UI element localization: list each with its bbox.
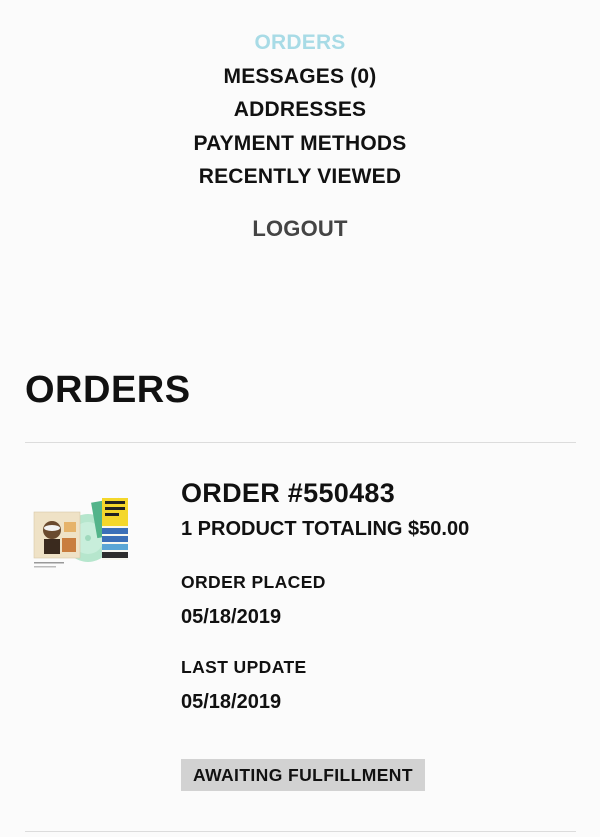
order-number[interactable]: ORDER #550483 (181, 478, 395, 509)
account-nav: ORDERS MESSAGES (0) ADDRESSES PAYMENT ME… (0, 26, 600, 245)
nav-item-addresses[interactable]: ADDRESSES (0, 93, 600, 127)
order-summary: 1 PRODUCT TOTALING $50.00 (181, 518, 470, 540)
last-update-label: LAST UPDATE (181, 657, 307, 677)
divider (25, 831, 576, 832)
divider (25, 442, 576, 443)
status-badge: AWAITING FULFILLMENT (181, 759, 425, 791)
nav-item-recently-viewed[interactable]: RECENTLY VIEWED (0, 160, 600, 194)
order-placed-date: 05/18/2019 (181, 606, 282, 628)
nav-item-payment-methods[interactable]: PAYMENT METHODS (0, 127, 600, 161)
order-placed-label: ORDER PLACED (181, 572, 326, 592)
page-title: ORDERS (25, 369, 191, 411)
product-thumbnail-image[interactable] (30, 488, 134, 574)
nav-item-messages[interactable]: MESSAGES (0) (0, 60, 600, 94)
last-update-date: 05/18/2019 (181, 691, 282, 713)
logout-link[interactable]: LOGOUT (0, 212, 600, 246)
nav-item-orders[interactable]: ORDERS (0, 26, 600, 60)
